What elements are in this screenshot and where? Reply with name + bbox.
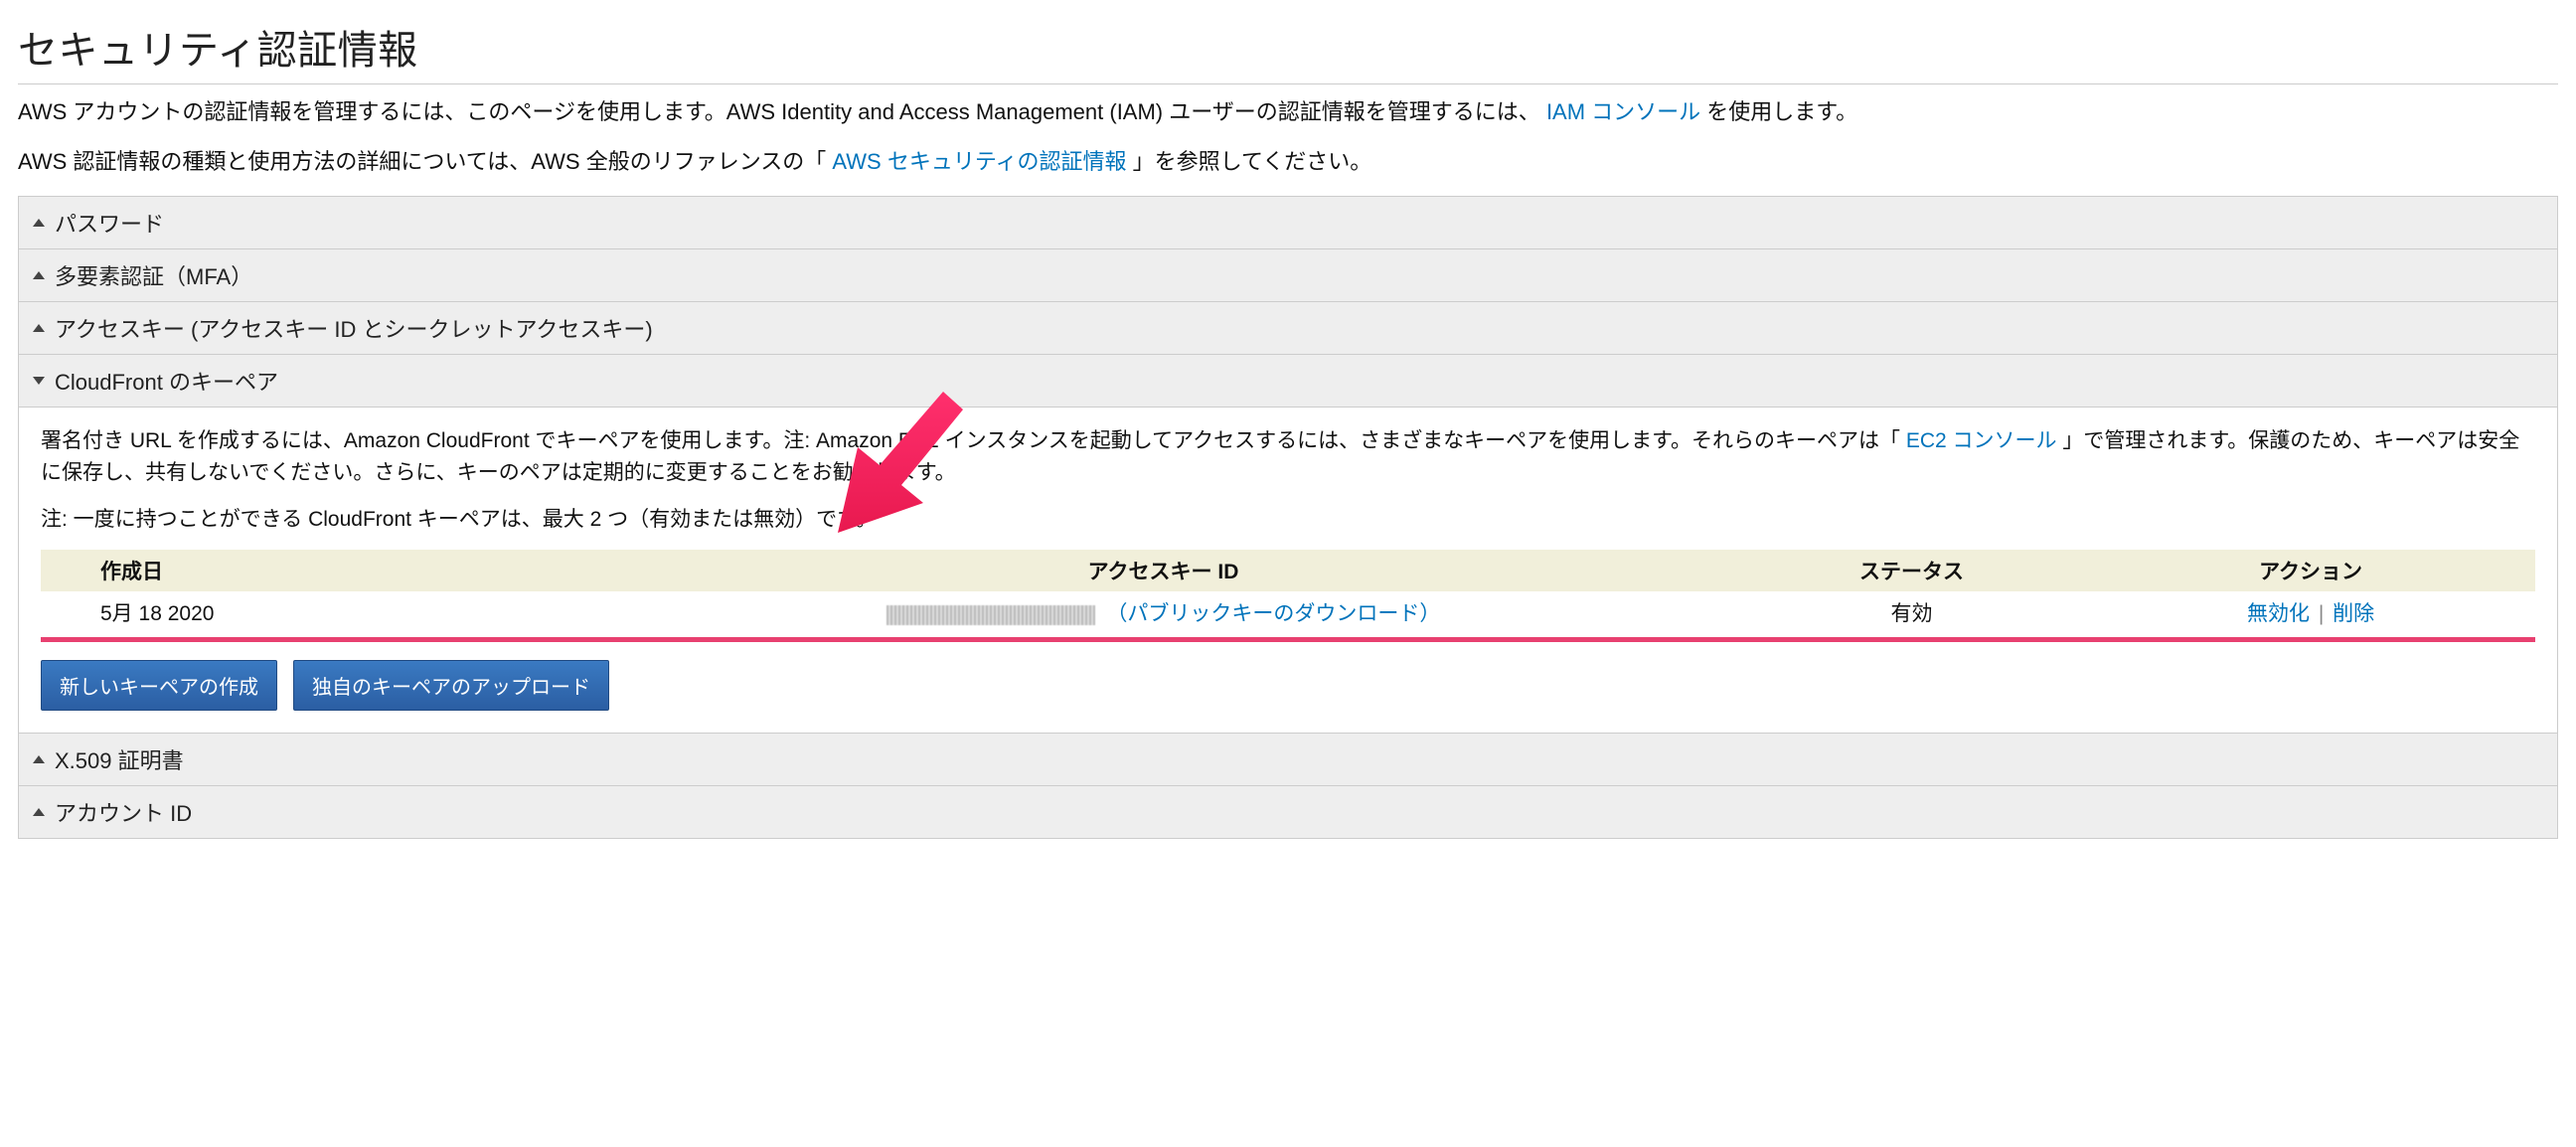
accordion-item-x509: X.509 証明書	[19, 733, 2557, 785]
cloudfront-description-2: 注: 一度に持つことができる CloudFront キーペアは、最大 2 つ（有…	[41, 504, 2535, 537]
accordion-label: パスワード	[55, 207, 164, 239]
disable-link[interactable]: 無効化	[2247, 602, 2310, 625]
accordion-item-mfa: 多要素認証（MFA）	[19, 248, 2557, 301]
aws-security-credentials-link[interactable]: AWS セキュリティの認証情報	[832, 149, 1126, 174]
caret-up-icon	[33, 755, 45, 763]
intro-text: を使用します。	[1700, 99, 1857, 124]
intro-section: AWS アカウントの認証情報を管理するには、このページを使用します。AWS Id…	[18, 83, 2558, 178]
accordion-header-password[interactable]: パスワード	[19, 197, 2557, 248]
accordion-body-cloudfront: 署名付き URL を作成するには、Amazon CloudFront でキーペア…	[19, 407, 2557, 734]
upload-keypair-button[interactable]: 独自のキーペアのアップロード	[293, 660, 609, 711]
credentials-accordion: パスワード 多要素認証（MFA） アクセスキー (アクセスキー ID とシークレ…	[18, 196, 2558, 840]
create-keypair-button[interactable]: 新しいキーペアの作成	[41, 660, 277, 711]
intro-text: AWS アカウントの認証情報を管理するには、このページを使用します。AWS Id…	[18, 99, 1546, 124]
accordion-header-x509[interactable]: X.509 証明書	[19, 734, 2557, 785]
col-header-status: ステータス	[1737, 550, 2086, 591]
keypair-table: 作成日 アクセスキー ID ステータス アクション 5月 18 2020 （パブ…	[41, 550, 2535, 633]
accordion-header-access-keys[interactable]: アクセスキー (アクセスキー ID とシークレットアクセスキー)	[19, 302, 2557, 354]
cell-status: 有効	[1737, 591, 2086, 633]
accordion-label: X.509 証明書	[55, 743, 184, 775]
intro-paragraph-1: AWS アカウントの認証情報を管理するには、このページを使用します。AWS Id…	[18, 96, 2558, 128]
iam-console-link[interactable]: IAM コンソール	[1546, 99, 1700, 124]
intro-text: 」を参照してください。	[1127, 149, 1372, 174]
accordion-label: CloudFront のキーペア	[55, 365, 278, 397]
accordion-header-mfa[interactable]: 多要素認証（MFA）	[19, 249, 2557, 301]
table-row: 5月 18 2020 （パブリックキーのダウンロード） 有効 無効化 | 削除	[41, 591, 2535, 633]
accordion-header-cloudfront[interactable]: CloudFront のキーペア	[19, 355, 2557, 407]
intro-paragraph-2: AWS 認証情報の種類と使用方法の詳細については、AWS 全般のリファレンスの「…	[18, 146, 2558, 178]
accordion-item-account-id: アカウント ID	[19, 785, 2557, 838]
cell-created: 5月 18 2020	[41, 591, 589, 633]
col-header-access-key-id: アクセスキー ID	[589, 550, 1737, 591]
accordion-header-account-id[interactable]: アカウント ID	[19, 786, 2557, 838]
download-public-key-link[interactable]: （パブリックキーのダウンロード）	[1106, 602, 1440, 625]
caret-down-icon	[33, 377, 45, 385]
cloudfront-description-1: 署名付き URL を作成するには、Amazon CloudFront でキーペア…	[41, 425, 2535, 490]
cell-access-key-id: （パブリックキーのダウンロード）	[589, 591, 1737, 633]
accordion-label: アクセスキー (アクセスキー ID とシークレットアクセスキー)	[55, 312, 653, 344]
redacted-key-id	[886, 605, 1095, 625]
table-header-row: 作成日 アクセスキー ID ステータス アクション	[41, 550, 2535, 591]
ec2-console-link[interactable]: EC2 コンソール	[1906, 429, 2057, 452]
accordion-item-password: パスワード	[19, 197, 2557, 248]
caret-up-icon	[33, 808, 45, 816]
page-title: セキュリティ認証情報	[18, 18, 2558, 76]
accordion-item-cloudfront: CloudFront のキーペア 署名付き URL を作成するには、Amazon…	[19, 354, 2557, 734]
caret-up-icon	[33, 271, 45, 279]
action-separator: |	[2310, 602, 2333, 625]
delete-link[interactable]: 削除	[2333, 602, 2374, 625]
annotation-underline	[41, 637, 2535, 642]
accordion-label: アカウント ID	[55, 796, 192, 828]
caret-up-icon	[33, 219, 45, 227]
col-header-created: 作成日	[41, 550, 589, 591]
cell-action: 無効化 | 削除	[2086, 591, 2535, 633]
caret-up-icon	[33, 324, 45, 332]
intro-text: AWS 認証情報の種類と使用方法の詳細については、AWS 全般のリファレンスの「	[18, 149, 832, 174]
button-row: 新しいキーペアの作成 独自のキーペアのアップロード	[41, 660, 2535, 711]
col-header-action: アクション	[2086, 550, 2535, 591]
desc-text: 署名付き URL を作成するには、Amazon CloudFront でキーペア…	[41, 429, 1906, 452]
accordion-item-access-keys: アクセスキー (アクセスキー ID とシークレットアクセスキー)	[19, 301, 2557, 354]
accordion-label: 多要素認証（MFA）	[55, 259, 252, 291]
